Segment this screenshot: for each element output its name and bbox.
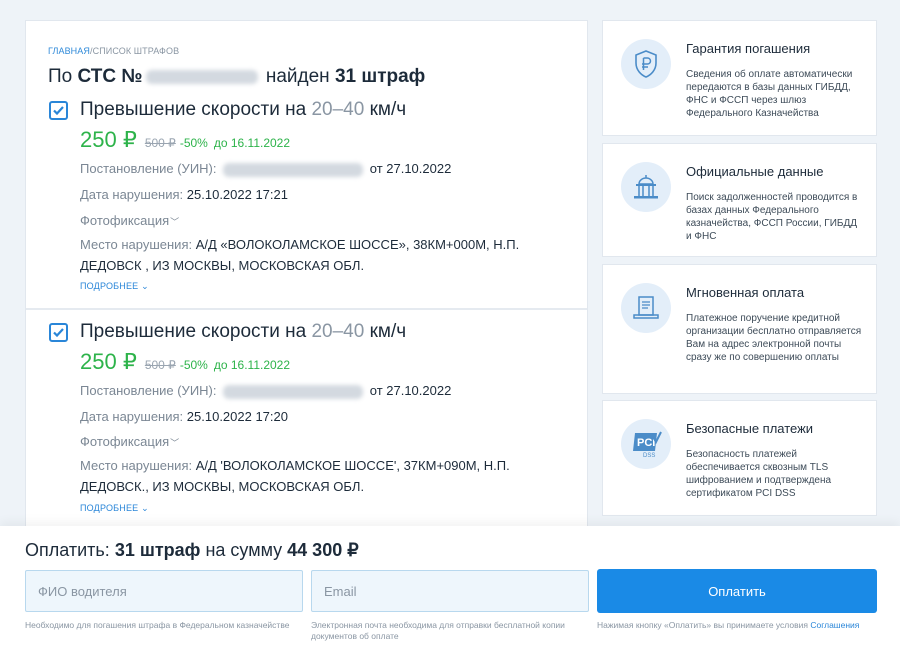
chevron-down-icon: ﹀ (170, 438, 180, 448)
fine-checkbox[interactable] (49, 101, 68, 120)
feature-text: Поиск задолженностей проводится в базах … (686, 192, 858, 242)
payment-document-icon (621, 283, 671, 333)
chevron-down-icon: ⌄ (141, 281, 149, 291)
svg-text:DSS: DSS (643, 453, 655, 459)
name-hint: Необходимо для погашения штрафа в Федера… (25, 620, 290, 630)
resolution-row: Постановление (УИН): от 27.10.2022 (80, 383, 452, 399)
breadcrumb: Главная/Список штрафов (48, 46, 179, 56)
fines-card: Главная/Список штрафов По СТС № найден 3… (25, 20, 588, 530)
ruble-shield-icon (621, 39, 671, 89)
fine-checkbox[interactable] (49, 323, 68, 342)
government-building-icon (621, 162, 671, 212)
more-link[interactable]: Подробнее ⌄ (80, 503, 149, 514)
terms-hint: Нажимая кнопку «Оплатить» вы принимаете … (597, 620, 860, 630)
driver-name-input[interactable] (25, 570, 303, 612)
checkmark-icon (53, 106, 64, 116)
photo-toggle[interactable]: Фотофиксация﹀ (80, 213, 179, 228)
feature-text: Безопасность платежей обеспечивается скв… (686, 449, 832, 499)
discount: -50% (179, 358, 208, 372)
discount: -50% (179, 136, 208, 150)
fine-item: Превышение скорости на 20–40 км/ч 250 ₽ 5… (26, 309, 587, 513)
breadcrumb-home[interactable]: Главная (48, 46, 90, 56)
violation-date-row: Дата нарушения: 25.10.2022 17:21 (80, 187, 288, 202)
violation-place: Место нарушения: А/Д 'ВОЛОКОЛАМСКОЕ ШОСС… (80, 458, 510, 494)
violation-date-row: Дата нарушения: 25.10.2022 17:20 (80, 409, 288, 424)
redacted-uin (223, 162, 364, 177)
svg-text:PCI: PCI (637, 437, 655, 449)
redacted-uin (223, 384, 364, 399)
pci-dss-icon: PCI DSS (621, 419, 671, 469)
chevron-down-icon: ⌄ (141, 503, 149, 513)
resolution-row: Постановление (УИН): от 27.10.2022 (80, 161, 452, 177)
feature-card-instant: Мгновенная оплата Платежное поручение кр… (602, 264, 877, 394)
due-date: до 16.11.2022 (213, 358, 291, 372)
old-price: 500 ₽ (144, 358, 176, 372)
fines-count: 31 штраф (334, 66, 426, 87)
fine-price: 250 ₽ (80, 349, 137, 374)
feature-title: Безопасные платежи (686, 421, 814, 436)
violation-place: Место нарушения: А/Д «ВОЛОКОЛАМСКОЕ ШОСС… (80, 237, 520, 273)
feature-title: Официальные данные (686, 164, 824, 179)
feature-text: Платежное поручение кредитной организаци… (686, 313, 862, 363)
payment-summary: Оплатить: 31 штраф на сумму 44 300 ₽ (25, 540, 359, 560)
old-price: 500 ₽ (144, 136, 176, 150)
price-row: 250 ₽ 500 ₽ -50% до 16.11.2022 (80, 127, 290, 153)
doc-type: СТС № (77, 66, 143, 87)
photo-toggle[interactable]: Фотофиксация﹀ (80, 434, 179, 449)
feature-title: Гарантия погашения (686, 41, 811, 56)
email-input[interactable] (311, 570, 589, 612)
more-link[interactable]: Подробнее ⌄ (80, 281, 149, 292)
email-hint: Электронная почта необходима для отправк… (311, 620, 565, 641)
payment-bar: Оплатить: 31 штраф на сумму 44 300 ₽ Опл… (0, 526, 900, 658)
redacted-sts-number (145, 69, 258, 84)
chevron-down-icon: ﹀ (170, 217, 180, 227)
terms-link[interactable]: Соглашения (810, 620, 859, 630)
fine-item: Главная/Список штрафов По СТС № найден 3… (26, 21, 587, 309)
feature-card-guarantee: Гарантия погашения Сведения об оплате ав… (602, 20, 877, 136)
pay-button[interactable]: Оплатить (597, 569, 877, 613)
feature-title: Мгновенная оплата (686, 285, 805, 300)
due-date: до 16.11.2022 (213, 136, 291, 150)
fine-price: 250 ₽ (80, 127, 137, 152)
breadcrumb-current: Список штрафов (92, 46, 180, 56)
feature-text: Сведения об оплате автоматически передаю… (686, 69, 853, 119)
checkmark-icon (53, 328, 64, 338)
page-title: По СТС № найден 31 штраф (48, 66, 426, 87)
fine-title: Превышение скорости на 20–40 км/ч (80, 321, 407, 342)
feature-card-secure: PCI DSS Безопасные платежи Безопасность п… (602, 400, 877, 516)
fine-title: Превышение скорости на 20–40 км/ч (80, 99, 407, 120)
feature-card-official: Официальные данные Поиск задолженностей … (602, 143, 877, 257)
price-row: 250 ₽ 500 ₽ -50% до 16.11.2022 (80, 349, 290, 375)
